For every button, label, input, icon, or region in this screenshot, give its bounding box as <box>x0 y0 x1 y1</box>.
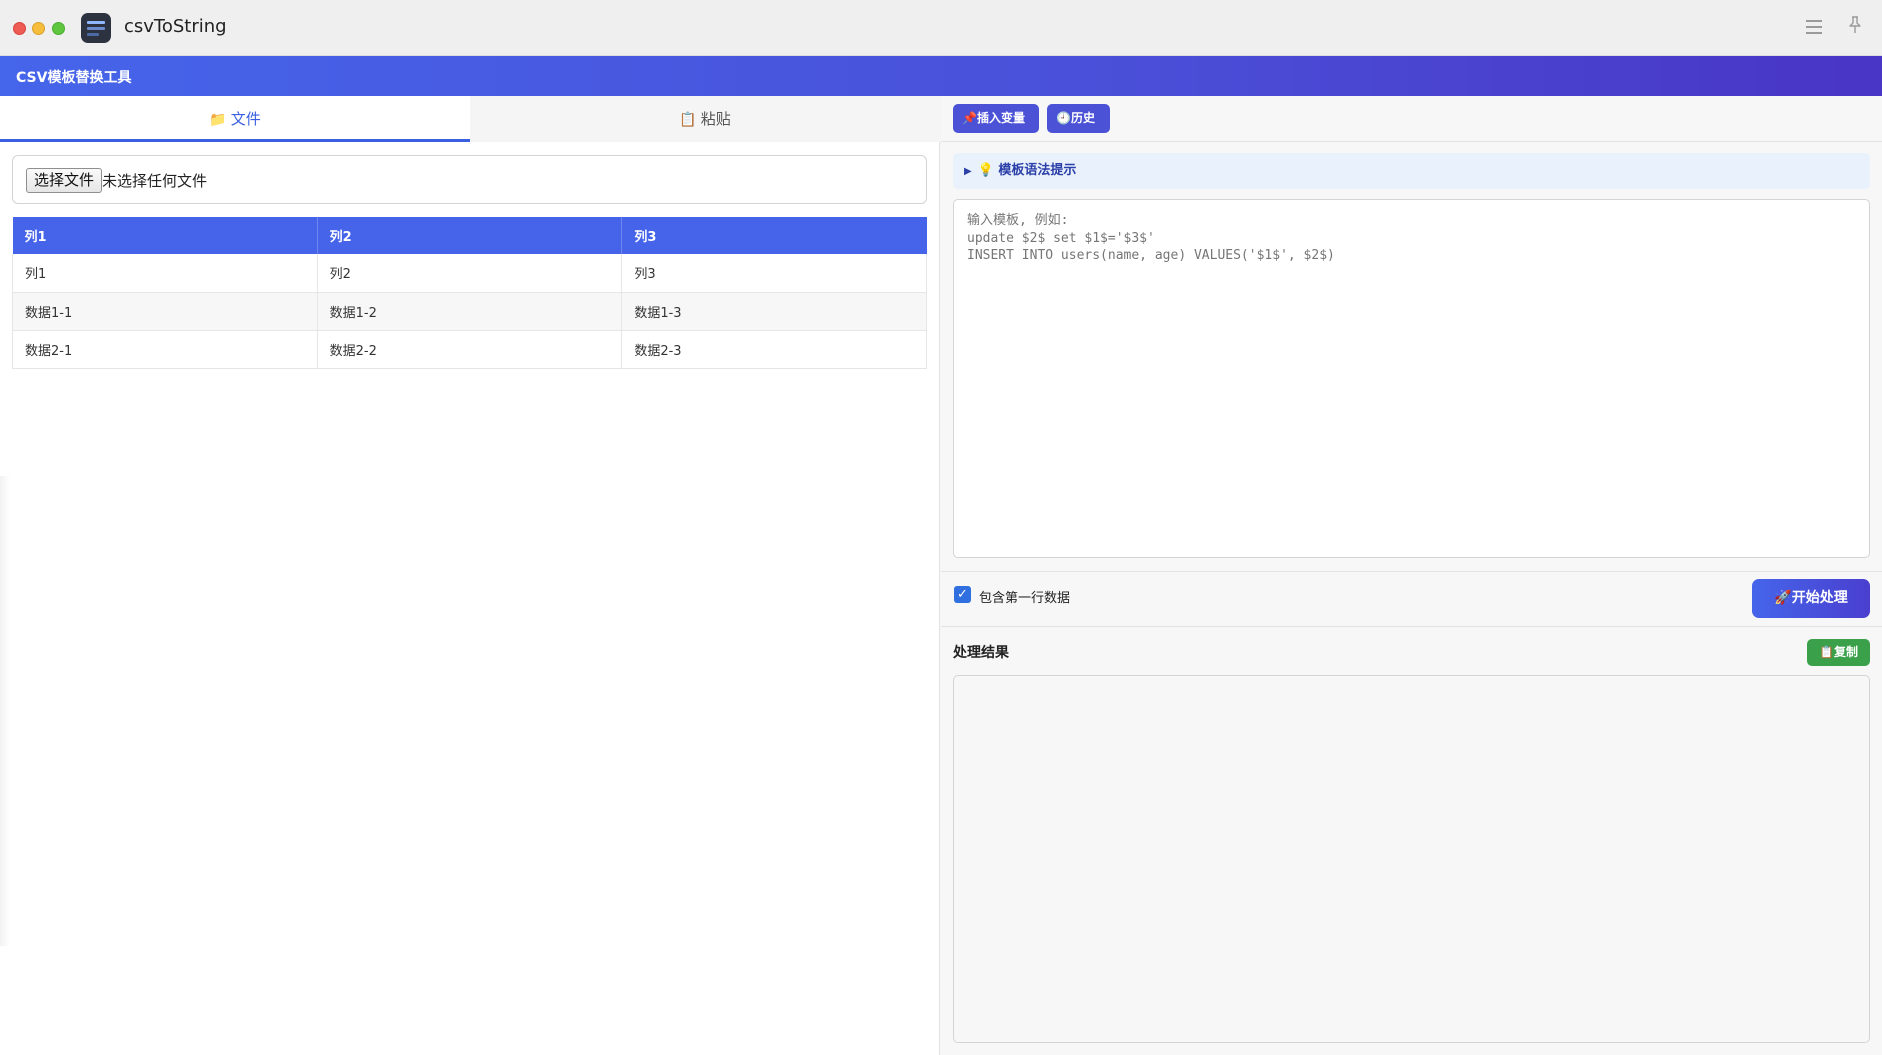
file-status-text: 未选择任何文件 <box>102 172 208 190</box>
clock-icon: 🕘 <box>1056 111 1071 125</box>
template-input[interactable] <box>953 199 1870 558</box>
copy-label: 复制 <box>1833 645 1858 659</box>
column-header: 列3 <box>621 217 927 254</box>
options-bar: ✓ 包含第一行数据 🚀开始处理 <box>941 571 1882 627</box>
history-button[interactable]: 🕘历史 <box>1047 104 1110 133</box>
choose-file-button[interactable]: 选择文件 <box>26 168 103 193</box>
clipboard-icon: 📋 <box>1819 645 1834 659</box>
pin-icon: 📌 <box>962 111 977 125</box>
table-cell: 列3 <box>621 254 927 293</box>
minimize-window-button[interactable] <box>32 22 45 35</box>
input-pane: 📁 文件 📋 粘贴 选择文件 未选择任何文件 列1 列2 列3 列1 列2 列3 数… <box>0 96 940 1055</box>
include-first-row-checkbox[interactable]: ✓ <box>954 586 971 603</box>
disclosure-triangle-icon: ▶ <box>964 166 972 177</box>
window-edge-shadow <box>0 476 10 946</box>
table-cell: 数据2-2 <box>317 330 623 369</box>
table-cell: 数据1-1 <box>12 292 318 331</box>
result-title: 处理结果 <box>953 645 1009 661</box>
start-processing-button[interactable]: 🚀开始处理 <box>1752 579 1870 618</box>
table-header-row: 列1 列2 列3 <box>12 217 927 254</box>
app-title: csvToString <box>124 16 227 37</box>
result-output[interactable] <box>953 675 1870 1043</box>
table-cell: 数据2-3 <box>621 330 927 369</box>
table-cell: 数据1-2 <box>317 292 623 331</box>
window-titlebar: csvToString <box>0 0 1882 56</box>
table-row: 数据1-1 数据1-2 数据1-3 <box>12 292 927 331</box>
tab-paste-label: 粘贴 <box>700 110 731 128</box>
insert-variable-button[interactable]: 📌插入变量 <box>953 104 1039 133</box>
close-window-button[interactable] <box>13 22 26 35</box>
tab-paste[interactable]: 📋 粘贴 <box>470 96 940 142</box>
tab-file[interactable]: 📁 文件 <box>0 96 470 142</box>
table-row: 数据2-1 数据2-2 数据2-3 <box>12 330 927 369</box>
table-cell: 数据2-1 <box>12 330 318 369</box>
table-cell: 数据1-3 <box>621 292 927 331</box>
pin-icon[interactable] <box>1846 16 1864 36</box>
table-cell: 列2 <box>317 254 623 293</box>
insert-variable-label: 插入变量 <box>976 111 1025 125</box>
template-toolbar: 📌插入变量 🕘历史 <box>941 96 1882 142</box>
page-title: CSV模板替换工具 <box>16 70 132 86</box>
column-header: 列2 <box>317 217 623 254</box>
folder-icon: 📁 <box>209 112 227 128</box>
tab-file-label: 文件 <box>230 110 261 128</box>
rocket-icon: 🚀 <box>1774 590 1792 606</box>
zoom-window-button[interactable] <box>52 22 65 35</box>
start-processing-label: 开始处理 <box>1791 590 1848 606</box>
template-pane: 📌插入变量 🕘历史 ▶ 💡 模板语法提示 ✓ 包含第一行数据 🚀开始处理 处理结果… <box>941 96 1882 1055</box>
hint-label: 模板语法提示 <box>998 163 1077 178</box>
app-header: CSV模板替换工具 <box>0 56 1882 96</box>
hamburger-menu-icon[interactable] <box>1806 20 1822 34</box>
template-syntax-hint-toggle[interactable]: ▶ 💡 模板语法提示 <box>953 153 1870 189</box>
csv-preview-table: 列1 列2 列3 列1 列2 列3 数据1-1 数据1-2 数据1-3 数据2-… <box>12 217 927 369</box>
lightbulb-icon: 💡 <box>977 163 994 178</box>
history-label: 历史 <box>1070 111 1095 125</box>
include-first-row-label: 包含第一行数据 <box>979 591 1071 606</box>
copy-result-button[interactable]: 📋复制 <box>1807 639 1870 666</box>
file-input-area: 选择文件 未选择任何文件 <box>12 155 927 204</box>
clipboard-icon: 📋 <box>679 112 697 128</box>
spreadsheet-app-icon <box>81 13 111 43</box>
column-header: 列1 <box>12 217 318 254</box>
table-cell: 列1 <box>12 254 318 293</box>
input-tabs: 📁 文件 📋 粘贴 <box>0 96 940 142</box>
table-row: 列1 列2 列3 <box>12 254 927 293</box>
